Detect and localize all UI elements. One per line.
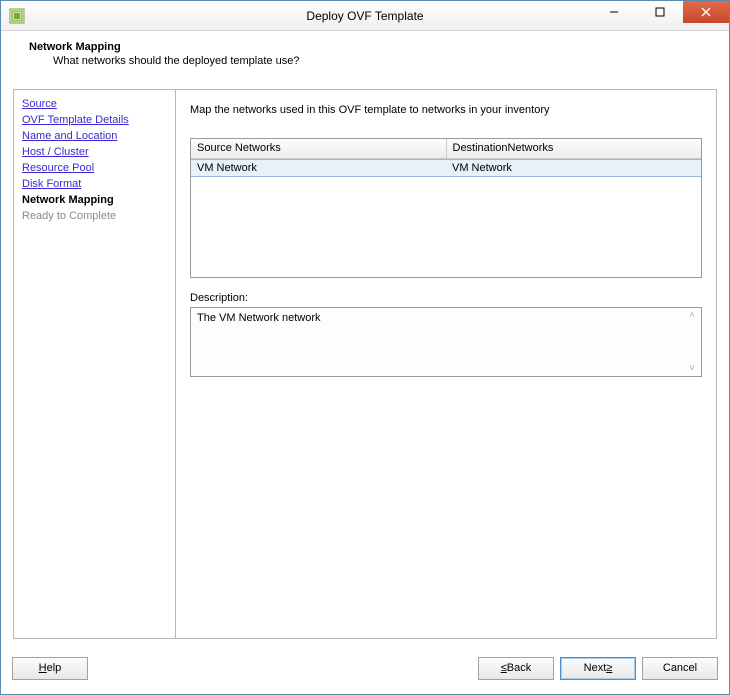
description-text: The VM Network network — [197, 312, 320, 324]
scroll-up-icon[interactable]: ˄ — [689, 310, 695, 321]
scroll-down-icon[interactable]: ˅ — [689, 363, 695, 374]
maximize-button[interactable] — [637, 1, 683, 23]
table-row[interactable]: VM Network VM Network — [191, 159, 701, 177]
step-ovf-details[interactable]: OVF Template Details — [22, 112, 167, 128]
step-source[interactable]: Source — [22, 96, 167, 112]
step-name-location[interactable]: Name and Location — [22, 128, 167, 144]
footer-buttons: Help ≤ Back Next ≥ Cancel — [12, 653, 718, 683]
step-resource-pool[interactable]: Resource Pool — [22, 160, 167, 176]
step-ready-complete: Ready to Complete — [22, 208, 167, 224]
step-disk-format[interactable]: Disk Format — [22, 176, 167, 192]
instruction-text: Map the networks used in this OVF templa… — [190, 104, 702, 116]
col-source-networks[interactable]: Source Networks — [191, 139, 447, 158]
close-button[interactable] — [683, 1, 729, 23]
back-button[interactable]: ≤ Back — [478, 657, 554, 680]
titlebar: Deploy OVF Template — [1, 1, 729, 31]
description-box: The VM Network network ˄ ˅ — [190, 307, 702, 377]
step-host-cluster[interactable]: Host / Cluster — [22, 144, 167, 160]
main-panel: Map the networks used in this OVF templa… — [176, 90, 716, 638]
minimize-button[interactable] — [591, 1, 637, 23]
next-arrow-icon: ≥ — [606, 662, 612, 674]
wizard-steps: Source OVF Template Details Name and Loc… — [14, 90, 176, 638]
description-scrollbar[interactable]: ˄ ˅ — [685, 310, 699, 374]
next-button[interactable]: Next ≥ — [560, 657, 636, 680]
page-title: Network Mapping — [29, 41, 711, 53]
app-icon — [9, 8, 25, 24]
cell-source: VM Network — [191, 160, 446, 176]
wizard-header: Network Mapping What networks should the… — [1, 31, 729, 79]
cell-destination[interactable]: VM Network — [446, 160, 701, 176]
col-destination-networks[interactable]: DestinationNetworks — [447, 139, 702, 158]
content-area: Source OVF Template Details Name and Loc… — [13, 89, 717, 639]
step-network-mapping: Network Mapping — [22, 192, 167, 208]
network-table[interactable]: Source Networks DestinationNetworks VM N… — [190, 138, 702, 278]
table-header: Source Networks DestinationNetworks — [191, 139, 701, 159]
help-button[interactable]: Help — [12, 657, 88, 680]
cancel-button[interactable]: Cancel — [642, 657, 718, 680]
page-subtitle: What networks should the deployed templa… — [53, 55, 711, 67]
window-controls — [591, 1, 729, 23]
description-label: Description: — [190, 292, 702, 304]
